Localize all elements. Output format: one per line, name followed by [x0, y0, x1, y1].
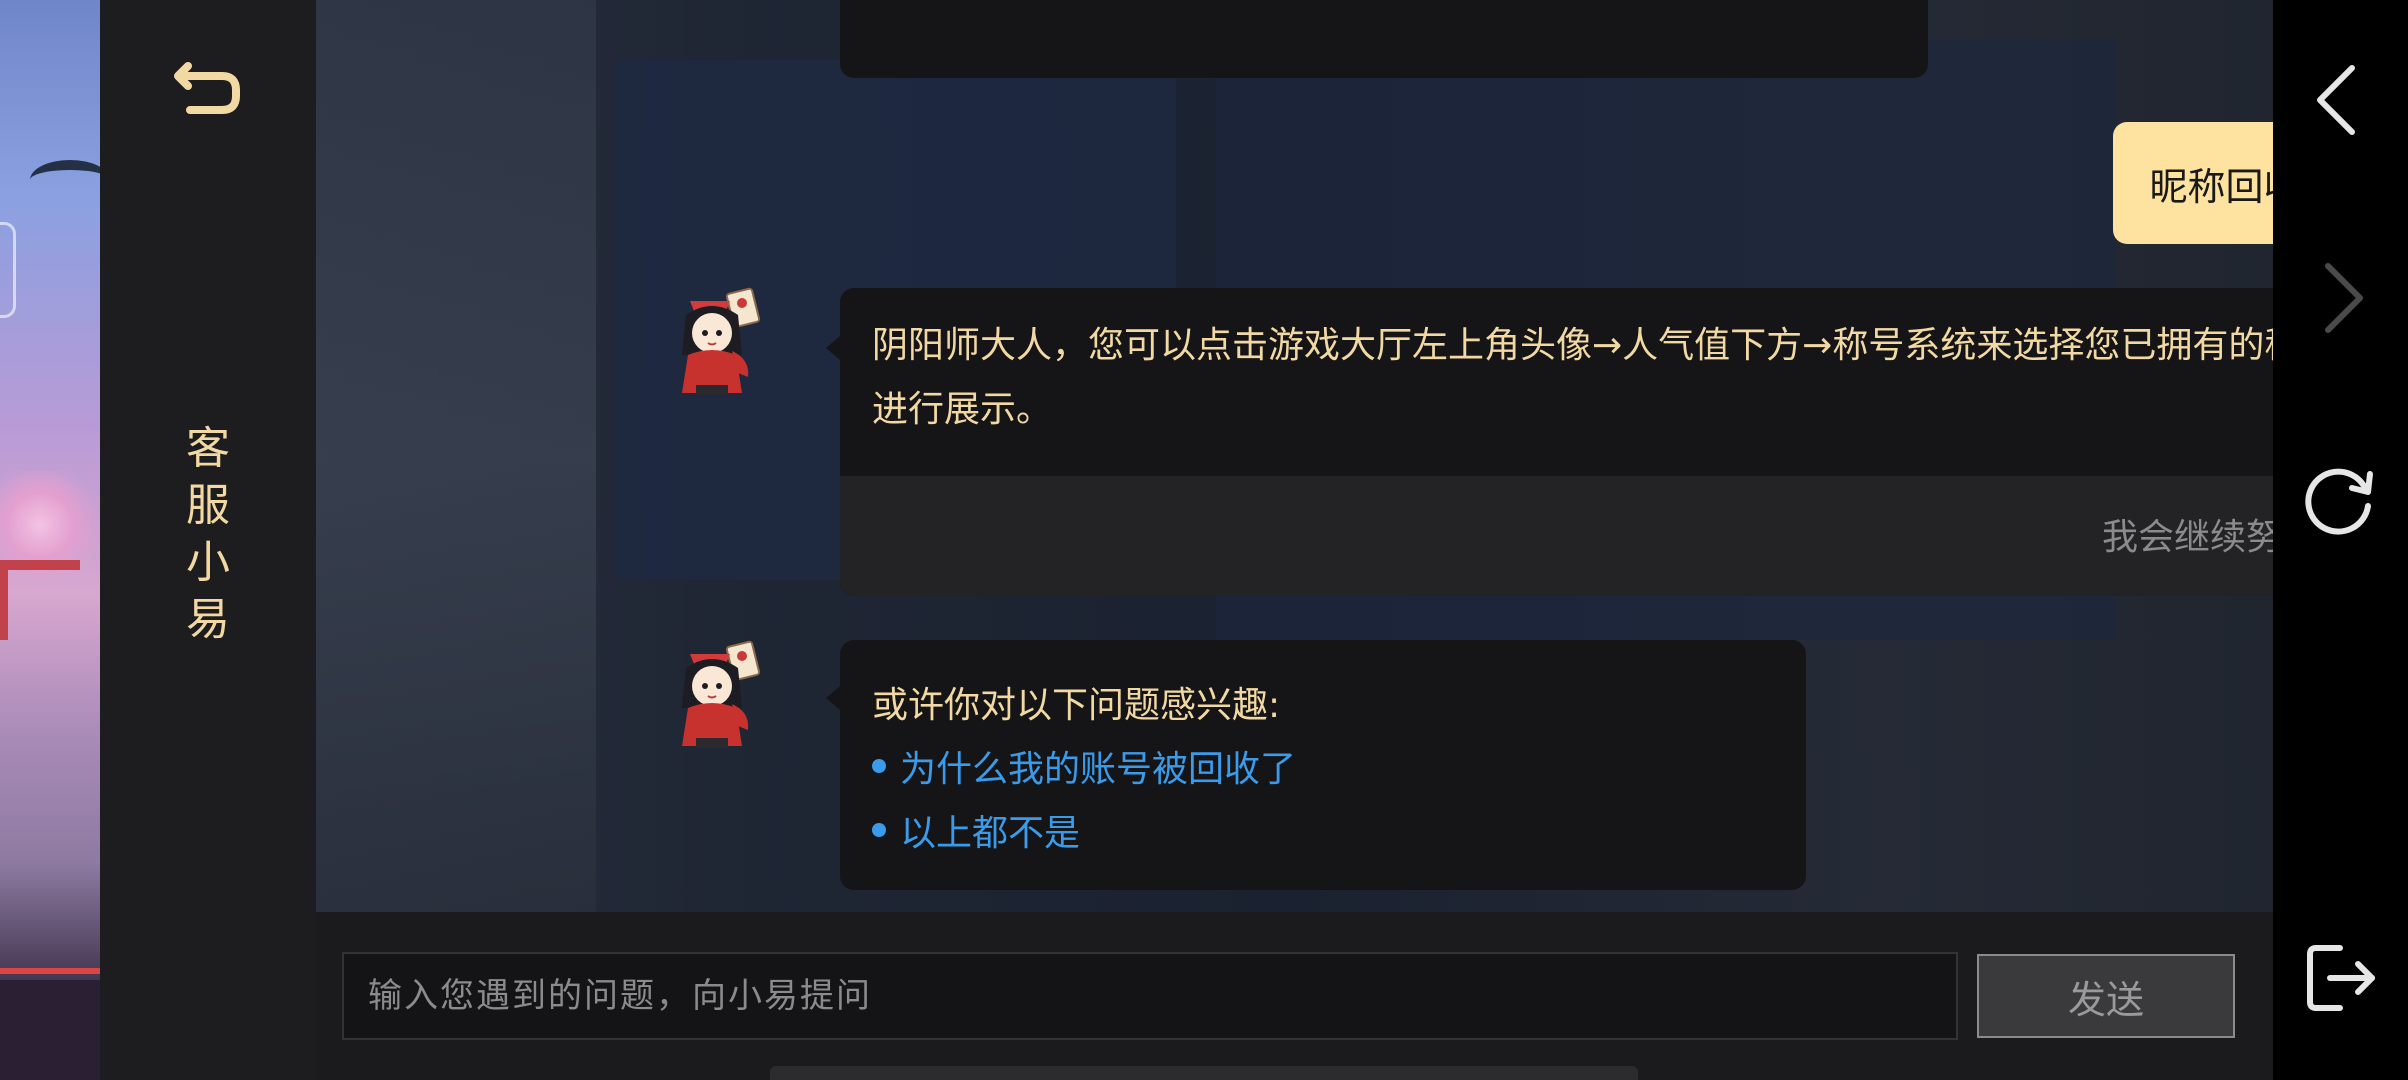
background-wall — [316, 0, 596, 912]
bubble-tail — [826, 686, 840, 710]
game-roof-decoration — [30, 160, 100, 200]
bot-reply-bubble: 阴阳师大人，您可以点击游戏大厅左上角头像→人气值下方→称号系统来选择您已拥有的称… — [840, 288, 2273, 596]
exit-icon[interactable] — [2300, 938, 2380, 1018]
sidebar-title: 客 服 小 易 — [178, 420, 238, 648]
chevron-left-icon[interactable] — [2300, 60, 2380, 140]
refresh-icon[interactable] — [2300, 460, 2380, 540]
bot-avatar — [682, 640, 761, 748]
game-red-bar — [0, 968, 100, 974]
game-background — [0, 0, 100, 1080]
suggestions-intro: 或许你对以下问题感兴趣: — [872, 685, 1281, 726]
game-gate-decoration — [0, 560, 80, 640]
game-bottom — [0, 980, 100, 1080]
bot-reply-text: 阴阳师大人，您可以点击游戏大厅左上角头像→人气值下方→称号系统来选择您已拥有的称… — [872, 325, 2273, 430]
bullet-dot — [872, 759, 886, 773]
sidebar-title-char: 小 — [186, 537, 230, 588]
bullet-dot — [872, 823, 886, 837]
bot-avatar — [682, 287, 761, 395]
right-nav-bar — [2273, 0, 2408, 1080]
bubble-tail — [826, 336, 840, 360]
sidebar-title-char: 易 — [186, 594, 230, 645]
user-message-bubble: 昵称回收 — [2113, 122, 2273, 244]
suggestion-link[interactable]: 以上都不是 — [872, 804, 1080, 856]
suggestion-label: 以上都不是 — [900, 813, 1081, 854]
return-arrow-icon[interactable] — [170, 52, 246, 118]
send-button[interactable]: 发送 — [1977, 954, 2235, 1038]
chat-area[interactable]: 昵称回收 阴阳师大人，您可以点击游戏大厅左上角头像→人气值下方→称号系统来选择您… — [316, 0, 2273, 912]
feedback-link[interactable]: 我会继续努力的 — [2102, 508, 2273, 560]
question-input[interactable]: 输入您遇到的问题，向小易提问 — [342, 952, 1958, 1040]
bottom-handle — [770, 1066, 1638, 1080]
chevron-right-icon[interactable] — [2300, 258, 2380, 338]
suggestion-link[interactable]: 为什么我的账号被回收了 — [872, 740, 1296, 792]
sidebar-title-char: 客 — [186, 423, 230, 474]
game-panel-edge — [0, 222, 16, 318]
suggestions-bubble: 或许你对以下问题感兴趣: 为什么我的账号被回收了 以上都不是 — [840, 640, 1806, 890]
feedback-row: 我会继续努力的 — [840, 476, 2273, 596]
suggestion-label: 为什么我的账号被回收了 — [900, 749, 1297, 790]
sidebar-title-char: 服 — [186, 480, 230, 531]
previous-message-bubble — [840, 0, 1928, 78]
